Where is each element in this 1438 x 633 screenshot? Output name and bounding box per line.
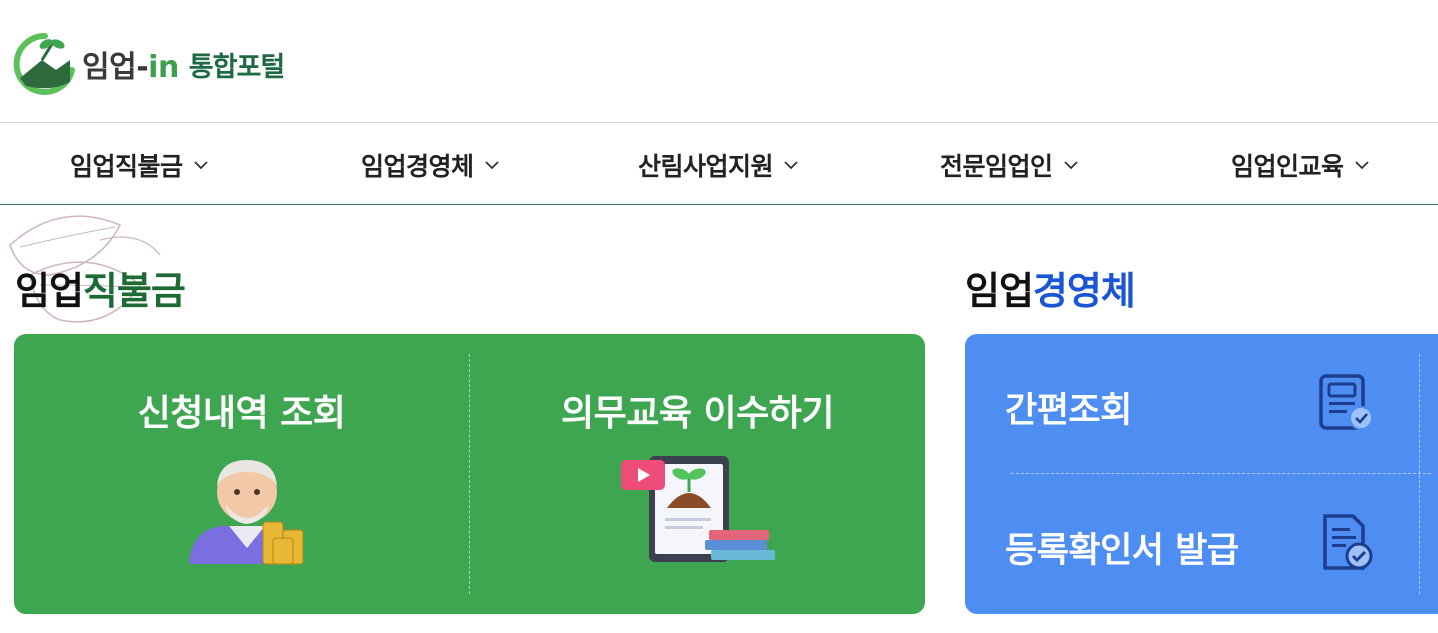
nav-item-label: 산림사업지원 <box>638 152 774 181</box>
nav-item-forester-education[interactable]: 임업인교육 <box>1231 145 1370 185</box>
quick-lookup-button[interactable]: 간편조회 <box>965 334 1419 474</box>
registration-certificate-button[interactable]: 등록확인서 발급 <box>965 474 1419 614</box>
site-logo[interactable]: 임업-in 통합포털 <box>12 30 285 98</box>
mandatory-education-label: 의무교육 이수하기 <box>561 393 835 434</box>
business-card: 간편조회 등록확인서 발급 <box>965 334 1438 614</box>
section-title-part1: 임업 <box>965 269 1034 313</box>
section-title-business: 임업경영체 <box>965 260 1136 315</box>
nav-item-label: 임업인교육 <box>1231 152 1344 181</box>
site-header: 임업-in 통합포털 <box>0 0 1438 122</box>
chevron-down-icon <box>193 161 208 170</box>
mandatory-education-button[interactable]: 의무교육 이수하기 <box>470 334 925 614</box>
application-history-label: 신청내역 조회 <box>137 393 346 434</box>
document-check-icon <box>1319 374 1373 430</box>
logo-title-prefix: 임업- <box>82 50 149 85</box>
nav-item-forestry-direct-payment[interactable]: 임업직불금 <box>70 145 209 185</box>
nav-item-label: 전문임업인 <box>940 152 1053 181</box>
nav-item-professional-forester[interactable]: 전문임업인 <box>940 145 1079 185</box>
chevron-down-icon <box>1354 161 1369 170</box>
chevron-down-icon <box>784 161 798 170</box>
sprout-logo-icon <box>13 32 75 95</box>
logo-subtitle: 통합포털 <box>188 51 285 83</box>
application-history-button[interactable]: 신청내역 조회 <box>14 334 469 614</box>
tablet-sprout-books-icon <box>620 456 775 562</box>
nav-item-label: 임업경영체 <box>361 152 474 181</box>
direct-payment-card: 신청내역 조회 의무교육 이수하기 <box>14 334 925 614</box>
main-nav: 임업직불금 임업경영체 산림사업지원 전문임업인 임업인교육 <box>0 122 1438 205</box>
nav-item-forest-project-support[interactable]: 산림사업지원 <box>638 145 799 185</box>
farmer-with-coins-icon <box>188 460 303 565</box>
registration-certificate-label: 등록확인서 발급 <box>1005 531 1239 571</box>
section-title-part2: 경영체 <box>1032 269 1136 313</box>
logo-title: 임업-in <box>82 42 179 86</box>
section-title-part2: 직불금 <box>82 269 186 313</box>
chevron-down-icon <box>1063 161 1078 170</box>
section-title-part1: 임업 <box>15 269 84 313</box>
logo-title-accent: in <box>148 50 179 85</box>
nav-item-forestry-business[interactable]: 임업경영체 <box>361 145 500 185</box>
section-title-direct-payment: 임업직불금 <box>15 260 186 315</box>
certificate-check-icon <box>1323 514 1373 570</box>
chevron-down-icon <box>484 161 499 170</box>
card-divider <box>1419 354 1420 594</box>
nav-item-label: 임업직불금 <box>70 152 183 181</box>
quick-lookup-label: 간편조회 <box>1005 391 1132 431</box>
